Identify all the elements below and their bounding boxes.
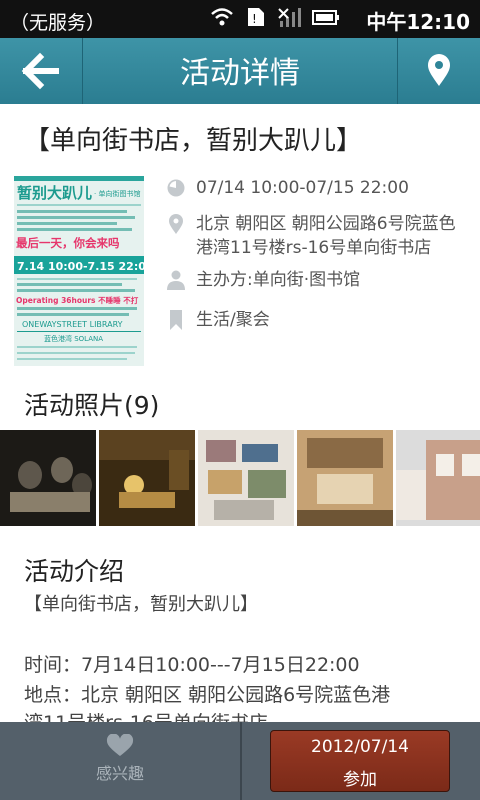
heart-icon: [106, 734, 134, 756]
poster-tag: · 单向街图书馆: [94, 189, 140, 198]
photo-thumbnail[interactable]: [0, 430, 96, 526]
status-bar: （无服务） ! 中午12:10: [0, 0, 480, 38]
wifi-icon: [211, 8, 233, 26]
sim-alert-icon: !: [248, 8, 264, 26]
join-date: 2012/07/14: [311, 737, 409, 757]
intro-subtitle: 【单向街书店，暂别大趴儿】: [24, 594, 258, 615]
clock-icon: [167, 179, 185, 197]
poster-site: 蓝色港湾 SOLANA: [44, 334, 103, 343]
photo-thumbnail[interactable]: [297, 430, 393, 526]
photo-thumbnail[interactable]: [198, 430, 294, 526]
header-separator: [82, 38, 83, 104]
map-pin-icon: [428, 54, 450, 86]
poster-library: ONEWAYSTREET LIBRARY: [22, 320, 123, 329]
event-title: 【单向街书店，暂别大趴儿】: [24, 126, 363, 156]
photo-strip[interactable]: [0, 430, 480, 526]
event-category-row: 生活/聚会: [166, 308, 270, 332]
bottom-divider: [240, 722, 242, 800]
person-icon: [167, 270, 185, 290]
bookmark-icon: [170, 310, 182, 330]
poster-dates: 7.14 10:00-7.15 22:00: [17, 260, 144, 273]
map-location-button[interactable]: [398, 38, 480, 104]
interested-label: 感兴趣: [95, 764, 144, 783]
photos-section-title: 活动照片(9): [24, 391, 160, 420]
event-location-row[interactable]: 北京 朝阳区 朝阳公园路6号院蓝色港湾11号楼rs-16号单向街书店: [166, 212, 466, 260]
intro-time-line: 时间：7月14日10:00---7月15日22:00: [24, 654, 360, 676]
bottom-action-bar: 感兴趣 2012/07/14 参加: [0, 722, 480, 800]
photo-thumbnail[interactable]: [396, 430, 480, 526]
poster-operating: Operating 36hours 不睡睡 不打: [16, 295, 139, 305]
poster-image: 暂别大趴儿 · 单向街图书馆 最后一天，你会来吗 7.14 10:00-7.15…: [14, 176, 144, 366]
header-bar: 活动详情: [0, 38, 480, 104]
event-poster[interactable]: 暂别大趴儿 · 单向街图书馆 最后一天，你会来吗 7.14 10:00-7.15…: [14, 176, 144, 366]
event-organizer-row: 主办方:单向街·图书馆: [166, 268, 360, 292]
event-time-row: 07/14 10:00-07/15 22:00: [166, 176, 409, 200]
svg-text:!: !: [252, 12, 257, 26]
back-arrow-icon: [21, 52, 59, 90]
join-label: 参加: [343, 770, 377, 790]
poster-headline: 最后一天，你会来吗: [16, 236, 120, 250]
back-button[interactable]: [0, 38, 82, 104]
event-category: 生活/聚会: [196, 310, 270, 330]
intro-place-line: 地点：北京 朝阳区 朝阳公园路6号院蓝色港: [24, 684, 391, 706]
event-location: 北京 朝阳区 朝阳公园路6号院蓝色港湾11号楼rs-16号单向街书店: [196, 214, 456, 258]
event-organizer: 主办方:单向街·图书馆: [196, 270, 361, 290]
intro-section-title: 活动介绍: [24, 557, 125, 586]
interested-button[interactable]: 感兴趣: [60, 734, 180, 784]
page-title: 活动详情: [180, 56, 300, 91]
status-icons: !: [210, 6, 340, 28]
clock-text: 中午12:10: [366, 10, 470, 34]
location-pin-icon: [169, 214, 183, 234]
battery-icon: [312, 10, 339, 25]
signal-icon: [278, 8, 301, 27]
poster-title: 暂别大趴儿: [17, 184, 92, 202]
carrier-text: （无服务）: [10, 12, 106, 34]
join-button[interactable]: 2012/07/14 参加: [270, 730, 450, 792]
photo-thumbnail[interactable]: [99, 430, 195, 526]
event-time: 07/14 10:00-07/15 22:00: [196, 178, 409, 198]
